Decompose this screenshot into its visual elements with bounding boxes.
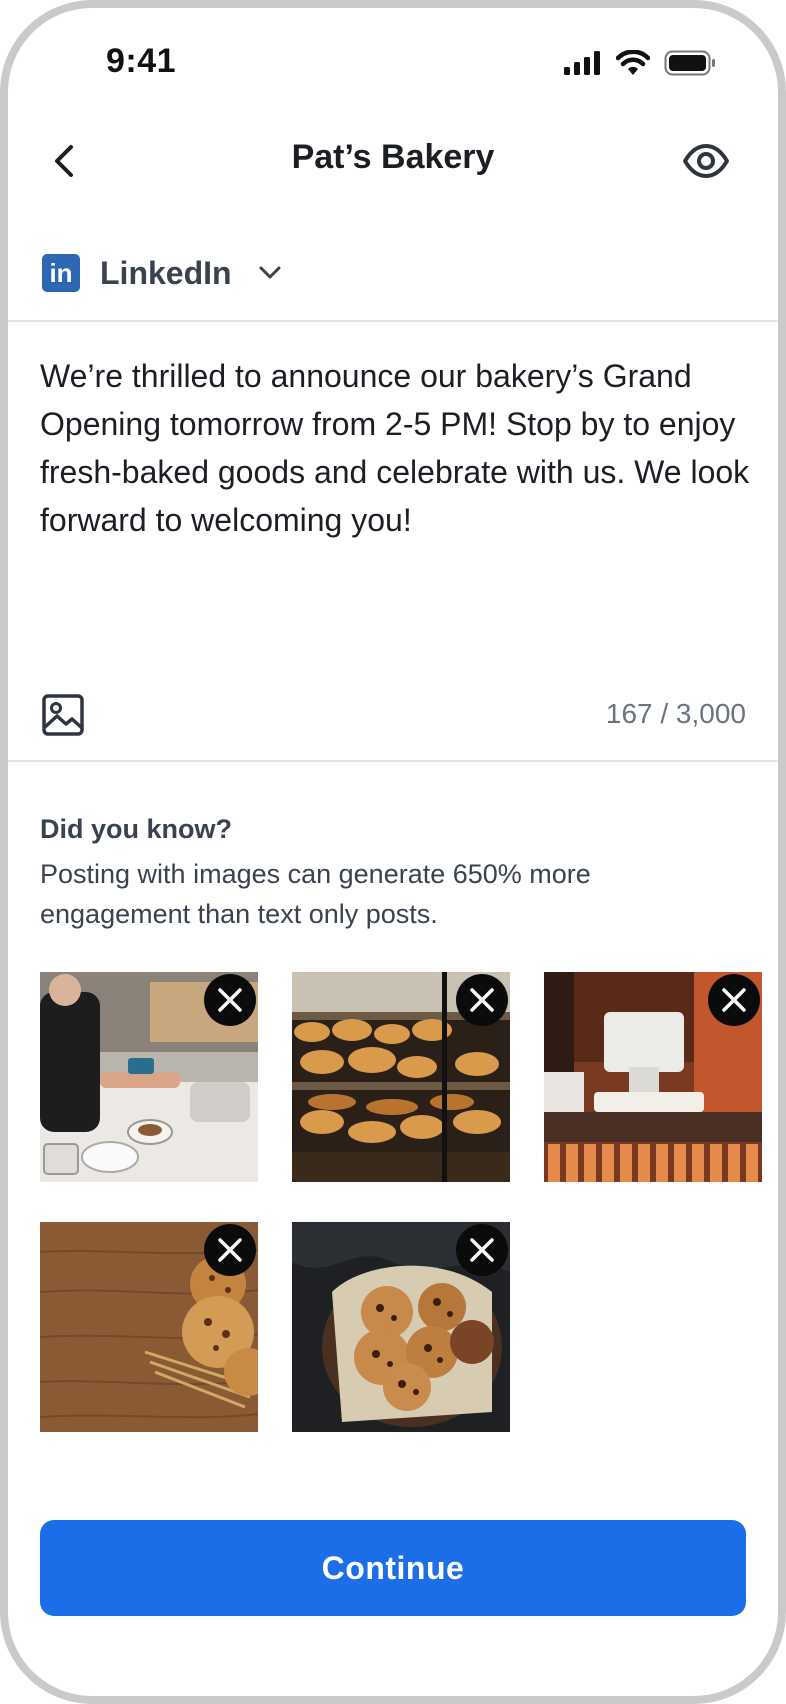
remove-image-button[interactable]	[204, 974, 256, 1026]
image-thumbnail[interactable]	[544, 972, 762, 1182]
remove-image-button[interactable]	[204, 1224, 256, 1276]
wifi-icon	[616, 50, 650, 75]
remove-image-button[interactable]	[456, 974, 508, 1026]
image-thumbnail[interactable]	[40, 972, 258, 1182]
status-icons	[564, 50, 716, 76]
divider	[8, 320, 778, 322]
page-title: Pat’s Bakery	[291, 138, 495, 176]
image-thumbnail[interactable]	[292, 1222, 510, 1432]
remove-image-button[interactable]	[456, 1224, 508, 1276]
cellular-signal-icon	[564, 51, 600, 75]
image-thumbnail[interactable]	[40, 1222, 258, 1432]
continue-button[interactable]: Continue	[40, 1520, 746, 1616]
image-thumbnail[interactable]	[292, 972, 510, 1182]
image-icon	[42, 694, 84, 736]
tip-title: Did you know?	[40, 814, 232, 844]
preview-button[interactable]	[674, 136, 738, 186]
close-icon	[722, 988, 746, 1012]
chevron-down-icon	[258, 265, 282, 281]
phone-frame: 9:41 Pat’s Bakery in LinkedIn We’re thri…	[0, 0, 786, 1704]
status-time: 9:41	[106, 42, 177, 80]
divider	[8, 760, 778, 762]
platform-selector[interactable]: in LinkedIn	[42, 254, 282, 292]
close-icon	[218, 1238, 242, 1262]
remove-image-button[interactable]	[708, 974, 760, 1026]
linkedin-icon: in	[42, 254, 80, 292]
character-count: 167 / 3,000	[605, 698, 746, 729]
add-image-button[interactable]	[42, 694, 84, 736]
post-text-field[interactable]: We’re thrilled to announce our bakery’s …	[40, 352, 754, 544]
tip-body: Posting with images can generate 650% mo…	[40, 859, 591, 929]
battery-icon	[664, 50, 715, 76]
close-icon	[470, 988, 494, 1012]
close-icon	[218, 988, 242, 1012]
eye-icon	[683, 144, 729, 178]
platform-label: LinkedIn	[100, 254, 232, 291]
close-icon	[470, 1238, 494, 1262]
